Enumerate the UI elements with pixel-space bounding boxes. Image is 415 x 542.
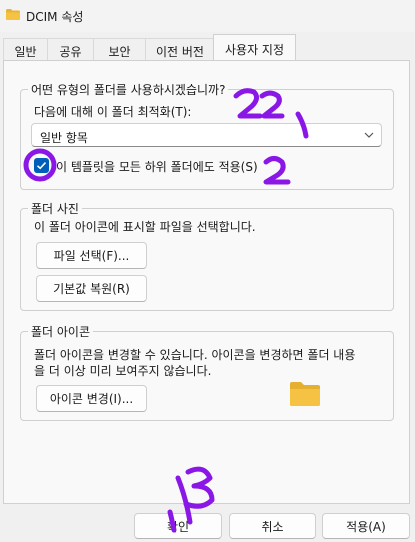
- tab-customize[interactable]: 사용자 지정: [213, 34, 296, 61]
- cancel-button[interactable]: 취소: [229, 513, 316, 539]
- tab-sharing[interactable]: 공유: [47, 38, 93, 60]
- folder-pictures-description: 이 폴더 아이콘에 표시할 파일을 선택합니다.: [34, 220, 256, 234]
- choose-file-button[interactable]: 파일 선택(F)...: [36, 242, 147, 269]
- folder-pictures-legend: 폴더 사진: [28, 200, 82, 217]
- ok-button[interactable]: 확인: [134, 513, 222, 539]
- folder-icon-description-2: 을 더 이상 미리 보여주지 않습니다.: [34, 364, 212, 378]
- tab-strip: 일반 공유 보안 이전 버전 사용자 지정: [0, 32, 415, 61]
- tab-label: 사용자 지정: [224, 43, 284, 57]
- tab-security[interactable]: 보안: [93, 38, 145, 60]
- tab-previous-versions[interactable]: 이전 버전: [145, 38, 215, 60]
- tab-label: 보안: [108, 45, 131, 59]
- folder-type-value: 일반 항목: [40, 131, 88, 145]
- title-bar: DCIM 속성: [0, 0, 415, 32]
- chevron-down-icon: [364, 132, 374, 138]
- checkmark-icon: [36, 162, 47, 170]
- tab-general[interactable]: 일반: [3, 38, 47, 60]
- folder-icon: [6, 9, 20, 20]
- apply-subfolders-label: 이 템플릿을 모든 하위 폴더에도 적용(S): [56, 160, 258, 174]
- tab-label: 공유: [59, 45, 82, 59]
- tab-label: 이전 버전: [156, 45, 204, 59]
- tab-label: 일반: [14, 45, 37, 59]
- optimize-label: 다음에 대해 이 폴더 최적화(T):: [34, 105, 192, 119]
- apply-button[interactable]: 적용(A): [322, 513, 410, 539]
- apply-subfolders-checkbox[interactable]: [34, 158, 49, 173]
- folder-type-legend: 어떤 유형의 폴더를 사용하시겠습니까?: [28, 81, 229, 98]
- change-icon-button[interactable]: 아이콘 변경(I)...: [36, 385, 147, 412]
- window-title: DCIM 속성: [26, 10, 84, 24]
- restore-default-button[interactable]: 기본값 복원(R): [36, 275, 147, 302]
- folder-icon-legend: 폴더 아이콘: [28, 323, 94, 340]
- customize-panel: 어떤 유형의 폴더를 사용하시겠습니까? 다음에 대해 이 폴더 최적화(T):…: [3, 60, 410, 504]
- folder-icon-description-1: 폴더 아이콘을 변경할 수 있습니다. 아이콘을 변경하면 폴더 내용: [34, 348, 356, 362]
- folder-type-select[interactable]: 일반 항목: [31, 123, 382, 147]
- folder-icon: [290, 382, 320, 406]
